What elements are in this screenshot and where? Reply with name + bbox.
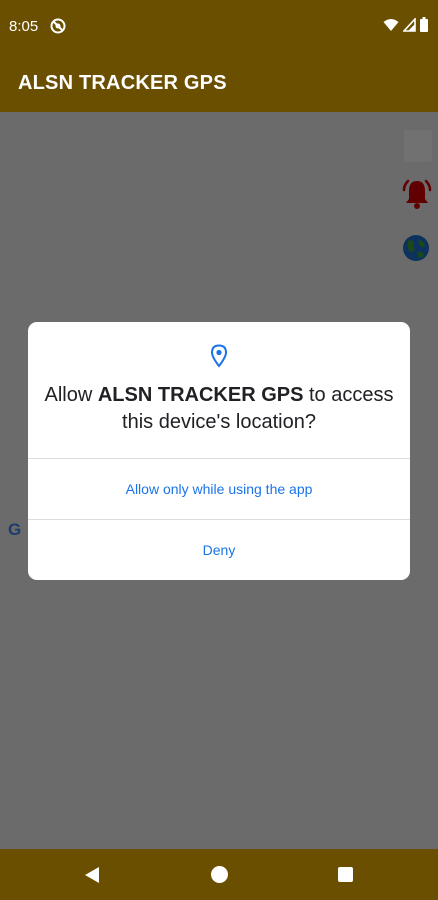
- app-title: ALSN TRACKER GPS: [18, 72, 227, 94]
- dialog-app-name: ALSN TRACKER GPS: [97, 384, 304, 406]
- screen: 8:05 ALSN TRACKER GPS Allow ALSN TRACKER…: [0, 0, 438, 900]
- location-pin-icon: [210, 344, 228, 368]
- do-not-disturb-icon: [50, 18, 66, 34]
- back-icon[interactable]: [84, 866, 100, 884]
- recent-apps-icon[interactable]: [338, 867, 353, 882]
- home-icon[interactable]: [211, 866, 228, 883]
- deny-button[interactable]: Deny: [28, 520, 410, 580]
- status-time: 8:05: [9, 18, 39, 35]
- navigation-bar: [0, 849, 438, 900]
- status-icons: [383, 17, 428, 32]
- location-permission-dialog: Allow ALSN TRACKER GPS to access this de…: [28, 322, 410, 580]
- status-bar: 8:05: [0, 0, 438, 54]
- wifi-icon: [383, 18, 399, 31]
- allow-while-using-button[interactable]: Allow only while using the app: [28, 459, 410, 519]
- signal-icon: [403, 17, 416, 32]
- dialog-message: Allow ALSN TRACKER GPS to access this de…: [28, 382, 410, 436]
- app-bar: ALSN TRACKER GPS: [0, 54, 438, 112]
- battery-icon: [420, 17, 428, 32]
- dialog-message-prefix: Allow: [44, 384, 98, 406]
